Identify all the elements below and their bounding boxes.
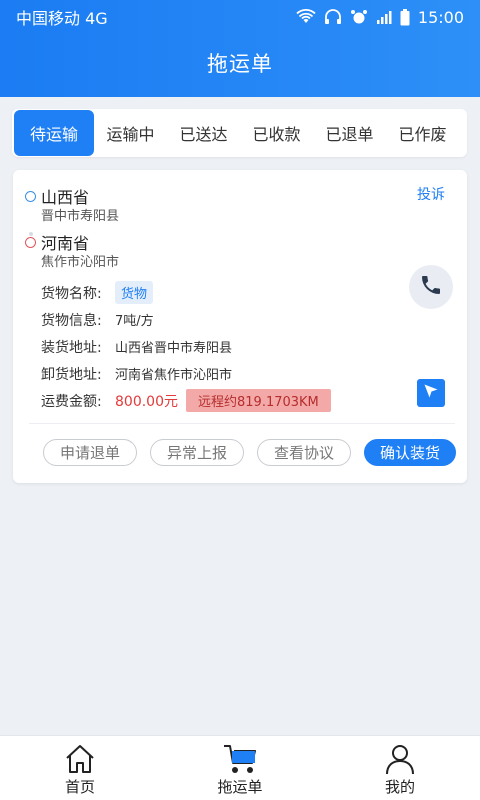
headphone-icon	[324, 9, 342, 25]
destination-city: 焦作市沁阳市	[41, 255, 120, 270]
status-bar: 中国移动 4G 15:00	[0, 0, 480, 34]
request-refund-button[interactable]: 申请退单	[43, 439, 137, 466]
navigation-arrow-icon	[423, 383, 439, 403]
origin-city: 晋中市寿阳县	[41, 209, 120, 224]
nav-label-home: 首页	[64, 778, 95, 796]
navigate-button[interactable]	[417, 379, 445, 407]
nav-label-profile: 我的	[384, 778, 415, 796]
unload-address-value: 河南省焦作市沁阳市	[115, 368, 233, 383]
wifi-icon	[296, 9, 316, 25]
status-icons: 15:00	[296, 8, 464, 27]
page-title: 拖运单	[207, 52, 273, 76]
cart-icon	[222, 743, 258, 776]
complain-link[interactable]: 投诉	[417, 184, 445, 204]
destination-province: 河南省	[41, 234, 90, 253]
tab-in-transit[interactable]: 运输中	[94, 110, 167, 156]
goods-name-tag: 货物	[115, 281, 154, 304]
battery-icon	[400, 8, 410, 26]
destination-row: 河南省	[25, 230, 119, 254]
order-info: 货物名称: 货物 货物信息: 7吨/方 装货地址: 山西省晋中市寿阳县 卸货地址…	[41, 279, 331, 414]
carrier-label: 中国移动 4G	[16, 9, 108, 28]
home-icon	[64, 743, 96, 776]
goods-name-row: 货物名称: 货物	[41, 279, 331, 306]
user-icon	[384, 743, 416, 776]
alarm-icon	[350, 9, 368, 25]
load-address-value: 山西省晋中市寿阳县	[115, 341, 233, 356]
destination-dot-icon	[25, 236, 36, 248]
header: 中国移动 4G 15:00 拖运单	[0, 0, 480, 97]
order-actions: 申请退单 异常上报 查看协议 确认装货	[43, 439, 456, 466]
tab-paid[interactable]: 已收款	[240, 110, 313, 156]
tab-pending[interactable]: 待运输	[14, 110, 94, 156]
nav-item-home[interactable]: 首页	[0, 736, 160, 800]
tab-voided[interactable]: 已作废	[386, 110, 459, 156]
fee-row: 运费金额: 800.00元 远程约819.1703KM	[41, 387, 331, 414]
route: 山西省 晋中市寿阳县 河南省 焦作市沁阳市	[25, 184, 119, 272]
origin-row: 山西省	[25, 184, 119, 208]
phone-icon	[419, 273, 443, 301]
signal-icon	[376, 9, 392, 25]
card-divider	[29, 423, 455, 424]
goods-info-row: 货物信息: 7吨/方	[41, 306, 331, 333]
view-agreement-button[interactable]: 查看协议	[257, 439, 351, 466]
call-button[interactable]	[409, 265, 453, 309]
unload-address-label: 卸货地址:	[41, 366, 102, 383]
fee-value: 800.00元	[115, 393, 178, 410]
load-address-row: 装货地址: 山西省晋中市寿阳县	[41, 333, 331, 360]
confirm-loading-button[interactable]: 确认装货	[364, 439, 456, 466]
tab-refunded[interactable]: 已退单	[313, 110, 386, 156]
nav-item-profile[interactable]: 我的	[320, 736, 480, 800]
unload-address-row: 卸货地址: 河南省焦作市沁阳市	[41, 360, 331, 387]
goods-name-label: 货物名称:	[41, 285, 102, 302]
goods-info-label: 货物信息:	[41, 312, 102, 329]
distance-tag: 远程约819.1703KM	[186, 389, 331, 412]
bottom-nav: 首页 拖运单 我的	[0, 735, 480, 800]
goods-info-value: 7吨/方	[115, 314, 154, 329]
origin-dot-icon	[25, 190, 36, 202]
origin-province: 山西省	[41, 188, 90, 207]
load-address-label: 装货地址:	[41, 339, 102, 356]
status-tabs: 待运输 运输中 已送达 已收款 已退单 已作废	[12, 109, 467, 157]
order-card[interactable]: 山西省 晋中市寿阳县 河南省 焦作市沁阳市 投诉 货物名称: 货物 货物信息: …	[13, 170, 467, 483]
tab-delivered[interactable]: 已送达	[167, 110, 240, 156]
clock-label: 15:00	[417, 7, 464, 27]
nav-item-orders[interactable]: 拖运单	[160, 736, 320, 800]
nav-label-orders: 拖运单	[217, 778, 263, 796]
fee-label: 运费金额:	[41, 393, 102, 410]
report-exception-button[interactable]: 异常上报	[150, 439, 244, 466]
